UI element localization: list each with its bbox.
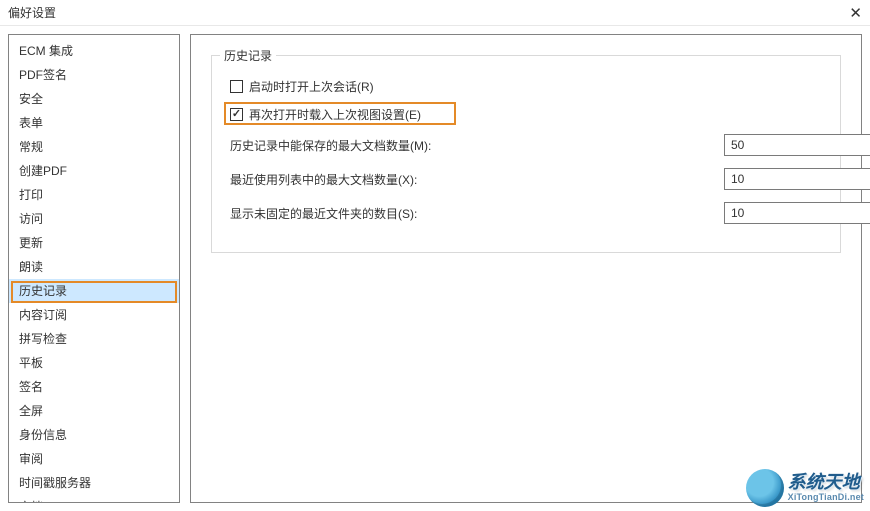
sidebar-item[interactable]: 拼写检查 [9, 327, 179, 351]
checkbox-label: 再次打开时载入上次视图设置(E) [249, 106, 421, 123]
close-icon[interactable]: ✕ [849, 4, 862, 22]
row-max-recent: 最近使用列表中的最大文档数量(X): ▲ ▼ [230, 162, 822, 196]
window-title: 偏好设置 [8, 4, 56, 21]
checkbox-icon [230, 108, 243, 121]
input-max-recent[interactable] [724, 168, 870, 190]
sidebar-item[interactable]: 常规 [9, 135, 179, 159]
category-sidebar: ECM 集成PDF签名安全表单常规创建PDF打印访问更新朗读历史记录内容订阅拼写… [8, 34, 180, 503]
history-fieldset: 历史记录 启动时打开上次会话(R) 再次打开时载入上次视图设置(E) 历史记录中… [211, 55, 841, 253]
input-unpinned-folders[interactable] [724, 202, 870, 224]
sidebar-item[interactable]: 时间戳服务器 [9, 471, 179, 495]
sidebar-item[interactable]: 打印 [9, 183, 179, 207]
fieldset-legend: 历史记录 [220, 47, 276, 64]
spinner-unpinned-folders: ▲ ▼ [724, 202, 802, 224]
row-unpinned-folders: 显示未固定的最近文件夹的数目(S): ▲ ▼ [230, 196, 822, 230]
spinner-max-recent: ▲ ▼ [724, 168, 802, 190]
sidebar-item[interactable]: 安全 [9, 87, 179, 111]
sidebar-item[interactable]: 平板 [9, 351, 179, 375]
field-label: 最近使用列表中的最大文档数量(X): [230, 171, 417, 188]
checkbox-open-last-session[interactable]: 启动时打开上次会话(R) [230, 78, 374, 95]
row-max-history: 历史记录中能保存的最大文档数量(M): ▲ ▼ [230, 128, 822, 162]
sidebar-item[interactable]: 文档 [9, 495, 179, 503]
dialog-body: ECM 集成PDF签名安全表单常规创建PDF打印访问更新朗读历史记录内容订阅拼写… [0, 26, 870, 511]
sidebar-item[interactable]: 表单 [9, 111, 179, 135]
spinner-max-history: ▲ ▼ [724, 134, 802, 156]
checkbox-label: 启动时打开上次会话(R) [249, 78, 374, 95]
sidebar-item[interactable]: 身份信息 [9, 423, 179, 447]
titlebar: 偏好设置 ✕ [0, 0, 870, 26]
field-label: 历史记录中能保存的最大文档数量(M): [230, 137, 431, 154]
sidebar-item[interactable]: 朗读 [9, 255, 179, 279]
field-label: 显示未固定的最近文件夹的数目(S): [230, 205, 417, 222]
sidebar-item[interactable]: 访问 [9, 207, 179, 231]
row-checkbox-session: 启动时打开上次会话(R) [230, 72, 822, 100]
sidebar-item[interactable]: 更新 [9, 231, 179, 255]
sidebar-item[interactable]: 创建PDF [9, 159, 179, 183]
row-checkbox-view: 再次打开时载入上次视图设置(E) [230, 100, 822, 128]
sidebar-item[interactable]: PDF签名 [9, 63, 179, 87]
settings-panel: 历史记录 启动时打开上次会话(R) 再次打开时载入上次视图设置(E) 历史记录中… [190, 34, 862, 503]
input-max-history[interactable] [724, 134, 870, 156]
sidebar-item[interactable]: ECM 集成 [9, 39, 179, 63]
checkbox-icon [230, 80, 243, 93]
sidebar-item[interactable]: 签名 [9, 375, 179, 399]
sidebar-item[interactable]: 审阅 [9, 447, 179, 471]
sidebar-item[interactable]: 全屏 [9, 399, 179, 423]
sidebar-item[interactable]: 历史记录 [9, 279, 179, 303]
sidebar-item[interactable]: 内容订阅 [9, 303, 179, 327]
checkbox-restore-view[interactable]: 再次打开时载入上次视图设置(E) [230, 106, 421, 123]
